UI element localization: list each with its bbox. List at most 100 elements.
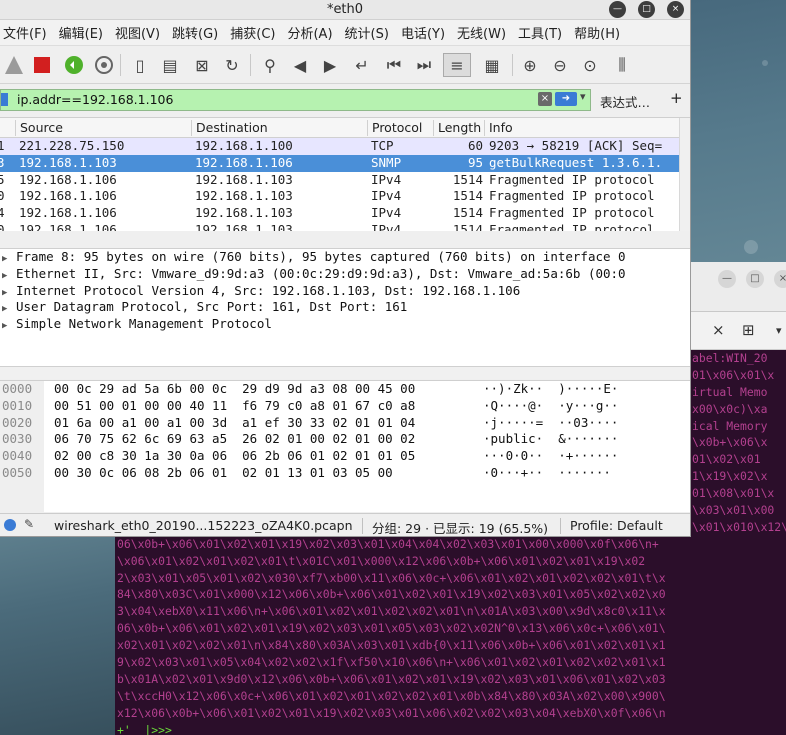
table-row[interactable]: 0 192.168.1.106 192.168.1.103 IPv4 1514 Fragm… (0, 188, 690, 206)
window-title: *eth0 (326, 2, 364, 17)
hex-bytes: 01 6a 00 a1 00 a1 00 3d a1 ef 30 33 02 0… (54, 414, 416, 430)
hex-offset: 0050 (2, 464, 33, 480)
edit-comment-icon[interactable]: ✎ (24, 517, 34, 531)
apply-filter-icon[interactable]: ➜ (555, 92, 577, 106)
table-row[interactable]: 5 192.168.1.106 192.168.1.103 IPv4 1514 Fragm… (0, 171, 690, 189)
first-packet-icon[interactable]: ⏮ (382, 53, 406, 77)
close-icon[interactable]: × (667, 1, 684, 18)
terminal-line: 06\x0b+\x06\x01\x02\x01\x19\x02\x03\x01\… (117, 536, 659, 551)
tab-menu-icon[interactable]: ▾ (776, 324, 782, 337)
hex-row[interactable]: 0050 00 30 0c 06 08 2b 06 01 02 01 13 01 … (0, 464, 690, 482)
menu-telephony[interactable]: 电话(Y) (395, 23, 451, 42)
go-back-icon[interactable]: ◀ (288, 53, 312, 77)
zoom-out-icon[interactable]: ⊖ (548, 53, 572, 77)
table-row[interactable]: 3 192.168.1.103 192.168.1.106 SNMP 95 getBulk… (0, 154, 690, 172)
hex-row[interactable]: 0040 02 00 c8 30 1a 30 0a 06 06 2b 06 01 … (0, 448, 690, 465)
detail-row-udp[interactable]: ▶ User Datagram Protocol, Src Port: 161, … (0, 299, 690, 316)
maximize-icon[interactable]: □ (638, 1, 655, 18)
hex-bytes: 00 30 0c 06 08 2b 06 01 02 01 13 01 03 0… (54, 464, 393, 480)
menu-wireless[interactable]: 无线(W) (451, 23, 512, 42)
zoom-reset-icon[interactable]: ⊙ (578, 53, 602, 77)
go-to-packet-icon[interactable]: ↵ (350, 53, 374, 77)
hex-row[interactable]: 0020 01 6a 00 a1 00 a1 00 3d a1 ef 30 33 … (0, 414, 690, 432)
detail-row-ethernet[interactable]: ▶ Ethernet II, Src: Vmware_d9:9d:a3 (00:0… (0, 266, 690, 283)
cell-source: 192.168.1.106 (19, 171, 117, 187)
menu-help[interactable]: 帮助(H) (568, 23, 626, 42)
expand-arrow-icon[interactable]: ▶ (2, 318, 16, 335)
menu-view[interactable]: 视图(V) (109, 23, 166, 42)
menu-go[interactable]: 跳转(G) (166, 23, 224, 42)
detail-row-snmp[interactable]: ▶ Simple Network Management Protocol (0, 316, 690, 335)
table-row[interactable]: 4 192.168.1.106 192.168.1.103 IPv4 1514 Fragm… (0, 205, 690, 222)
packet-list-scrollbar[interactable] (679, 118, 690, 231)
stop-capture-icon[interactable] (30, 53, 54, 77)
wireshark-window: *eth0 — □ × 文件(F) 编辑(E) 视图(V) 跳转(G) 捕获(C… (0, 0, 691, 537)
terminal-line: +' |>>> (117, 722, 172, 735)
display-filter-input[interactable]: ip.addr==192.168.1.106 (0, 89, 591, 111)
packet-bytes: 0000 00 0c 29 ad 5a 6b 00 0c 29 d9 9d a3 … (0, 380, 690, 512)
column-header-length[interactable]: Length (433, 120, 484, 136)
last-packet-icon[interactable]: ⏭ (412, 53, 436, 77)
find-packet-icon[interactable]: ⚲ (258, 53, 282, 77)
open-file-icon[interactable]: ▯ (128, 53, 152, 77)
cell-no: 4 (0, 205, 11, 222)
add-filter-button[interactable]: + (670, 89, 683, 107)
desktop-dot (762, 60, 768, 66)
close-icon[interactable]: × (774, 270, 786, 288)
menu-tools[interactable]: 工具(T) (512, 23, 568, 42)
terminal-toolbar: × ⊞ ▾ (690, 312, 786, 350)
minimize-icon[interactable]: — (718, 270, 736, 288)
details-horizontal-scrollbar[interactable] (0, 366, 690, 379)
cell-length: 60 (467, 138, 483, 153)
hex-row[interactable]: 0030 06 70 75 62 6c 69 63 a5 26 02 01 00 … (0, 431, 690, 448)
go-forward-icon[interactable]: ▶ (318, 53, 342, 77)
column-header-protocol[interactable]: Protocol (367, 120, 433, 136)
hex-row[interactable]: 0000 00 0c 29 ad 5a 6b 00 0c 29 d9 9d a3 … (0, 381, 690, 398)
restart-capture-icon[interactable] (62, 53, 86, 77)
hex-ascii: ·Q····@· ·y···g·· (483, 397, 619, 413)
status-profile[interactable]: Profile: Default (570, 518, 663, 533)
menu-analyze[interactable]: 分析(A) (281, 23, 338, 42)
capture-options-icon[interactable] (92, 53, 116, 77)
save-file-icon[interactable]: ▤ (158, 53, 182, 77)
terminal-line: 2\x03\x01\x05\x01\x02\x030\xf7\xb00\x11\… (117, 570, 666, 585)
reload-file-icon[interactable]: ↻ (220, 53, 244, 77)
terminal-line: 9\x02\x03\x01\x05\x04\x02\x02\x1f\xf50\x… (117, 655, 666, 670)
column-header-info[interactable]: Info (484, 120, 679, 136)
hex-row[interactable]: 0010 00 51 00 01 00 00 40 11 f6 79 c0 a8 … (0, 397, 690, 415)
close-file-icon[interactable]: ⊠ (190, 53, 214, 77)
cell-length: 95 (467, 154, 483, 170)
table-row[interactable]: 0 192.168.1.106 192.168.1.103 IPv4 1514 Fragm… (0, 221, 690, 231)
close-tab-icon[interactable]: × (712, 321, 725, 339)
cell-no: 0 (0, 188, 11, 205)
zoom-in-icon[interactable]: ⊕ (518, 53, 542, 77)
detail-row-frame[interactable]: ▶ Frame 8: 95 bytes on wire (760 bits), 9… (0, 249, 690, 266)
clear-filter-icon[interactable]: × (538, 92, 552, 106)
hex-ascii: ··)·Zk·· )·····E· (483, 381, 619, 396)
maximize-icon[interactable]: □ (746, 270, 764, 288)
capture-status-icon[interactable] (4, 519, 16, 531)
column-header-source[interactable]: Source (15, 120, 191, 136)
cell-info: Fragmented IP protocol (489, 221, 655, 231)
table-row[interactable]: 1 221.228.75.150 192.168.1.100 TCP 60 9203 → … (0, 138, 690, 155)
expression-button[interactable]: 表达式… (600, 92, 650, 111)
toolbar-separator (512, 54, 513, 76)
colorize-icon[interactable]: ▦ (478, 53, 506, 77)
minimize-icon[interactable]: — (609, 1, 626, 18)
packet-details: ▶ Frame 8: 95 bytes on wire (760 bits), 9… (0, 248, 690, 368)
auto-scroll-icon[interactable]: ≡ (443, 53, 471, 77)
menu-file[interactable]: 文件(F) (0, 23, 53, 42)
chevron-down-icon[interactable]: ▾ (580, 90, 586, 103)
new-tab-icon[interactable]: ⊞ (742, 321, 755, 339)
menu-statistics[interactable]: 统计(S) (339, 23, 395, 42)
menu-edit[interactable]: 编辑(E) (53, 23, 109, 42)
column-header-destination[interactable]: Destination (191, 120, 367, 136)
menu-capture[interactable]: 捕获(C) (224, 23, 281, 42)
resize-columns-icon[interactable]: ⫼ (610, 53, 634, 77)
main-toolbar: ▯ ▤ ⊠ ↻ ⚲ ◀ ▶ ↵ ⏮ ⏭ ≡ ▦ ⊕ ⊖ ⊙ ⫼ (0, 46, 690, 84)
bookmark-icon[interactable] (1, 93, 8, 106)
start-capture-icon[interactable] (2, 53, 26, 77)
detail-row-ip[interactable]: ▶ Internet Protocol Version 4, Src: 192.1… (0, 283, 690, 300)
toolbar-separator (250, 54, 251, 76)
hex-offset: 0020 (2, 414, 33, 430)
